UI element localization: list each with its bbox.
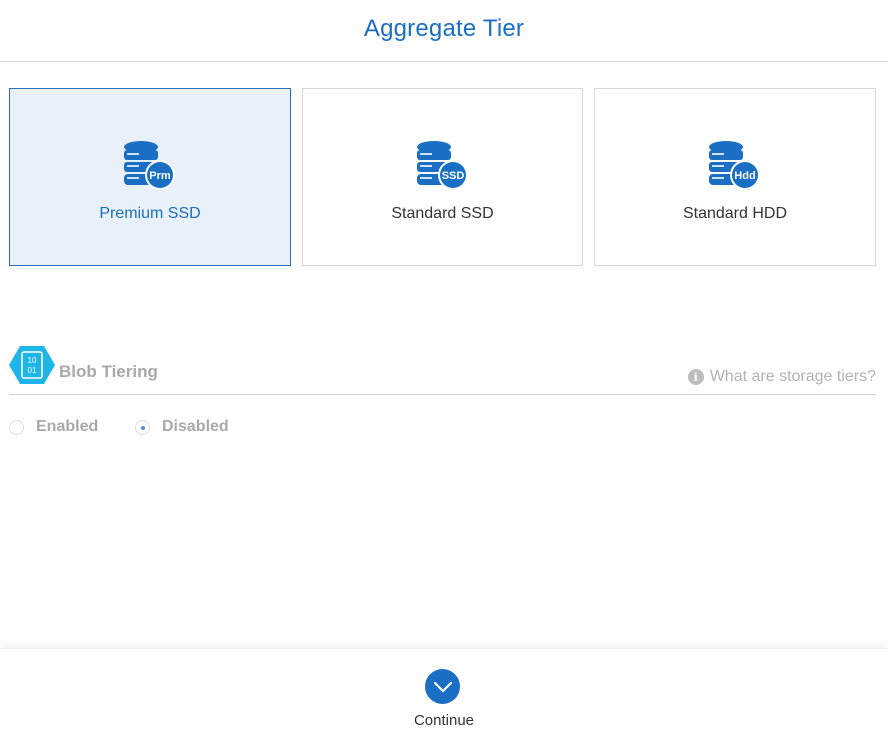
database-icon: SSD: [416, 141, 468, 190]
radio-button[interactable]: [135, 419, 150, 435]
tier-card-standard-ssd[interactable]: SSD Standard SSD: [302, 88, 583, 266]
continue-button[interactable]: [425, 669, 460, 704]
info-link-label: What are storage tiers?: [709, 368, 876, 385]
aggregate-tier-page: Aggregate Tier Prm Premium SSD SSD Stand…: [0, 0, 888, 739]
radio-enabled[interactable]: Enabled: [9, 418, 98, 436]
blob-tiering-title: Blob Tiering: [59, 362, 158, 381]
tier-label: Premium SSD: [99, 205, 201, 222]
page-title: Aggregate Tier: [363, 14, 525, 42]
binary-hexagon-icon: 10 01: [9, 346, 55, 384]
info-icon: i: [687, 369, 704, 385]
radio-disabled[interactable]: Disabled: [135, 418, 229, 436]
footer-bar: Continue: [0, 648, 888, 739]
database-icon: Hdd: [709, 141, 760, 190]
database-icon: Prm: [124, 141, 175, 190]
radio-button[interactable]: [9, 419, 24, 435]
blob-icon-text-bottom: 01: [28, 366, 37, 375]
radio-label: Enabled: [36, 418, 99, 435]
storage-tiers-info-link[interactable]: i What are storage tiers?: [687, 368, 876, 386]
tier-badge-text: Hdd: [734, 170, 755, 182]
blob-icon-text-top: 10: [28, 356, 37, 365]
tier-label: Standard SSD: [391, 205, 494, 222]
tier-label: Standard HDD: [682, 205, 788, 222]
chevron-down-icon: [433, 681, 452, 692]
tier-badge-text: SSD: [441, 170, 464, 182]
section-divider: [9, 394, 876, 395]
tier-card-premium-ssd[interactable]: Prm Premium SSD: [9, 88, 291, 266]
tier-badge-text: Prm: [149, 170, 171, 182]
continue-label[interactable]: Continue: [0, 712, 888, 729]
tier-card-standard-hdd[interactable]: Hdd Standard HDD: [594, 88, 876, 266]
page-header: Aggregate Tier: [0, 0, 888, 62]
radio-label: Disabled: [162, 418, 229, 435]
